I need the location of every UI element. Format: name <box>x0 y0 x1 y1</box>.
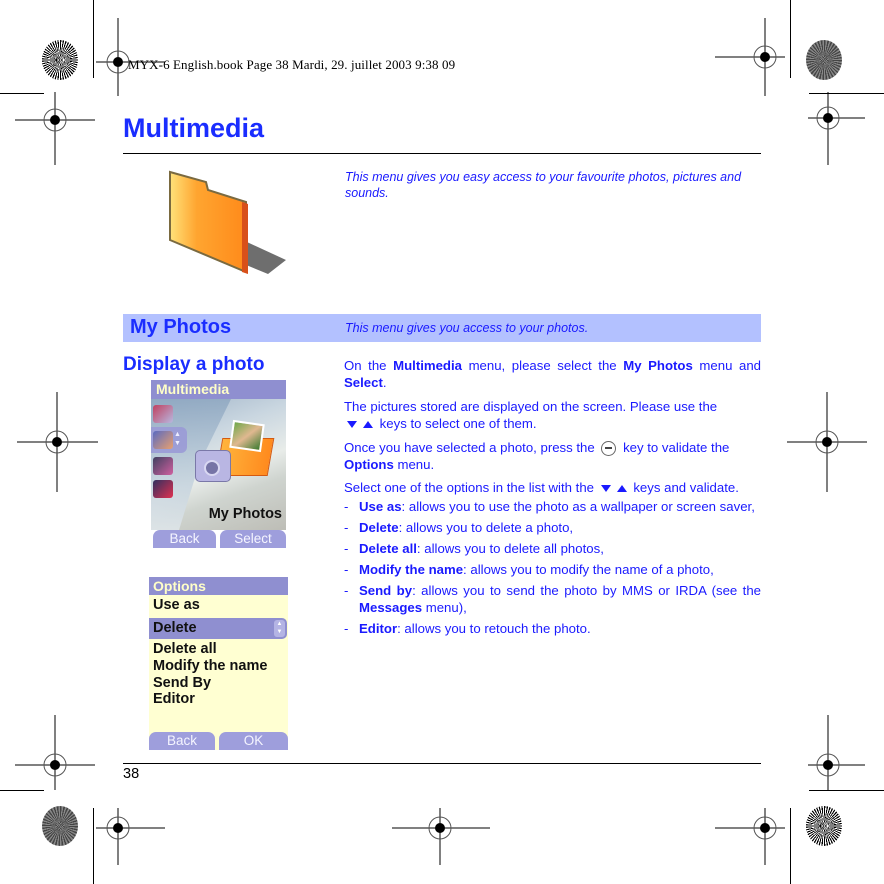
title-divider <box>123 153 761 154</box>
bold-term: Use as <box>359 499 402 514</box>
bold-term: Delete all <box>359 541 417 556</box>
softkey-bar: Back OK <box>149 732 288 750</box>
paragraph-navigate: The pictures stored are displayed on the… <box>344 398 761 432</box>
back-softkey[interactable]: Back <box>149 732 215 750</box>
text: key to validate the <box>623 440 730 455</box>
text: keys to select one of them. <box>379 416 537 431</box>
bold-term: My Photos <box>623 358 693 373</box>
text: Select one of the options in the list wi… <box>344 480 594 495</box>
text: menu and <box>692 358 761 373</box>
bullet-dash: - <box>344 583 349 598</box>
ok-softkey[interactable]: OK <box>219 732 288 750</box>
option-item[interactable]: Delete all <box>153 641 217 658</box>
up-arrow-key-icon <box>363 421 373 429</box>
text: menu, please select the <box>461 358 624 373</box>
bold-term: Multimedia <box>393 358 462 373</box>
down-arrow-key-icon <box>600 485 611 493</box>
bold-term: Messages <box>359 600 423 615</box>
scroll-arrows-icon[interactable]: ▲ ▼ <box>174 430 181 448</box>
camera-lens <box>204 460 220 476</box>
select-softkey[interactable]: Select <box>220 530 286 548</box>
section-description: This menu gives you access to your photo… <box>345 321 589 335</box>
section-title: My Photos <box>130 316 232 338</box>
photo-stack-icon[interactable] <box>153 405 173 423</box>
photo-thumbnail <box>229 419 265 453</box>
text: The pictures stored are displayed on the… <box>344 399 718 414</box>
text: : allows you to delete all photos, <box>416 541 604 556</box>
page-number: 38 <box>123 766 140 782</box>
list-item: - Modify the name: allows you to modify t… <box>344 561 761 578</box>
selected-item-label: My Photos <box>208 506 282 522</box>
text: . <box>382 375 387 390</box>
folder-icon <box>169 170 286 274</box>
paragraph-select: On the Multimedia menu, please select th… <box>344 357 761 391</box>
back-softkey[interactable]: Back <box>153 530 216 548</box>
list-item: - Send by: allows you to send the photo b… <box>344 582 761 616</box>
option-item[interactable]: Send By <box>153 675 211 692</box>
bullet-dash: - <box>344 562 349 577</box>
phone-screen-options: Options Use as ▲ ▼ Delete Delete all Modi… <box>149 577 288 750</box>
list-item: - Editor: allows you to retouch the photo… <box>344 620 761 637</box>
intro-text: This menu gives you easy access to your … <box>345 170 742 200</box>
text: menu. <box>393 457 435 473</box>
pictures-icon[interactable] <box>153 457 173 475</box>
options-list: - Use as: allows you to use the photo as … <box>344 498 761 641</box>
option-item[interactable]: Use as <box>153 597 200 614</box>
text: keys and validate. <box>633 480 739 495</box>
screen-header: Options <box>149 577 288 595</box>
option-item-selected[interactable]: Delete <box>153 620 197 637</box>
footer-divider <box>123 763 761 764</box>
list-item: - Use as: allows you to use the photo as … <box>344 498 761 515</box>
paragraph-validate: Once you have selected a photo, press th… <box>344 439 761 473</box>
text: Once you have selected a photo, press th… <box>344 440 595 455</box>
list-item: - Delete all: allows you to delete all ph… <box>344 540 761 557</box>
list-item: - Delete: allows you to delete a photo, <box>344 519 761 536</box>
sounds-icon[interactable] <box>153 480 173 498</box>
up-arrow-key-icon <box>616 485 627 493</box>
bullet-dash: - <box>344 621 349 636</box>
paragraph-options: Select one of the options in the list wi… <box>344 479 761 496</box>
photos-icon[interactable] <box>153 431 173 449</box>
phone-screen-multimedia: Multimedia ▲ ▼ My Photos Back Select <box>151 380 286 548</box>
screen-header: Multimedia <box>151 380 286 399</box>
softkey-bar: Back Select <box>151 530 286 548</box>
text: On the <box>344 358 394 373</box>
bold-term: Select <box>344 375 383 390</box>
text: : allows you to delete a photo, <box>398 520 574 535</box>
text: menu), <box>422 600 467 615</box>
option-item[interactable]: Editor <box>153 691 195 708</box>
subsection-title: Display a photo <box>123 354 265 375</box>
bullet-dash: - <box>344 499 349 514</box>
bold-term: Modify the name <box>359 562 464 577</box>
bold-term: Delete <box>359 520 399 535</box>
section-bar: My Photos This menu gives you access to … <box>123 314 761 342</box>
bullet-dash: - <box>344 541 349 556</box>
down-arrow-key-icon <box>347 421 357 429</box>
bold-term: Editor <box>359 621 398 636</box>
scroll-arrows-icon[interactable]: ▲ ▼ <box>274 620 285 637</box>
text: : allows you to retouch the photo. <box>397 621 591 636</box>
menu-key-icon <box>601 441 617 457</box>
print-header: MYX-6 English.book Page 38 Mardi, 29. ju… <box>128 57 456 72</box>
bold-term: Options <box>344 457 394 473</box>
text: : allows you to modify the name of a pho… <box>463 562 714 577</box>
option-item[interactable]: Modify the name <box>153 658 267 675</box>
text: : allows you to send the photo by MMS or… <box>412 583 762 598</box>
text: : allows you to use the photo as a wallp… <box>401 499 755 514</box>
bold-term: Send by <box>359 583 413 598</box>
page-title: Multimedia <box>123 113 265 143</box>
bullet-dash: - <box>344 520 349 535</box>
